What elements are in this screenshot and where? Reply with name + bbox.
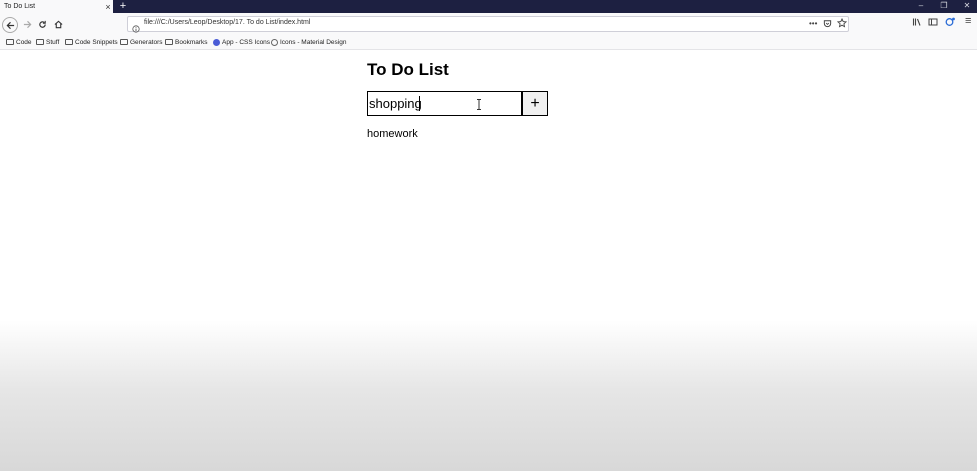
url-bar[interactable]: file:///C:/Users/Leop/Desktop/17. To do … xyxy=(127,16,849,33)
site-icon xyxy=(213,38,220,46)
forward-arrow-icon xyxy=(23,20,31,28)
bookmark-app-css-icons[interactable]: App - CSS Icons xyxy=(213,37,270,47)
bookmark-stuff[interactable]: Stuff xyxy=(36,37,59,47)
reload-icon xyxy=(38,20,46,28)
tab-close-icon[interactable]: × xyxy=(103,2,113,12)
add-todo-button[interactable]: + xyxy=(522,91,548,116)
folder-icon xyxy=(165,39,173,45)
sidebar-icon[interactable] xyxy=(928,17,938,29)
page-actions-icon[interactable]: ••• xyxy=(809,19,817,28)
bookmark-label: App - CSS Icons xyxy=(222,38,271,46)
bookmark-bookmarks[interactable]: Bookmarks xyxy=(165,37,208,47)
restore-button[interactable]: ❐ xyxy=(933,0,955,13)
bookmark-label: Bookmarks xyxy=(175,38,208,46)
new-tab-button[interactable]: + xyxy=(117,0,129,13)
todo-input[interactable] xyxy=(367,91,522,116)
bookmark-icons-material-design[interactable]: Icons - Material Design xyxy=(271,37,346,47)
back-arrow-icon xyxy=(6,21,14,29)
url-text: file:///C:/Users/Leop/Desktop/17. To do … xyxy=(144,19,311,26)
bookmark-label: Code Snippets xyxy=(75,38,118,46)
page-title: To Do List xyxy=(367,60,449,79)
todo-item: homework xyxy=(367,128,418,140)
bookmark-code[interactable]: Code xyxy=(6,37,32,47)
tab-title: To Do List xyxy=(4,3,36,10)
home-icon xyxy=(54,20,62,28)
close-window-button[interactable]: ✕ xyxy=(956,0,977,13)
bookmark-generators[interactable]: Generators xyxy=(120,37,163,47)
folder-icon xyxy=(65,39,73,45)
bookmark-label: Icons - Material Design xyxy=(280,38,347,46)
home-button[interactable] xyxy=(50,16,66,32)
text-caret xyxy=(419,96,420,111)
bookmark-code-snippets[interactable]: Code Snippets xyxy=(65,37,118,47)
menu-icon[interactable]: ≡ xyxy=(965,15,971,27)
bookmark-label: Generators xyxy=(130,38,163,46)
folder-icon xyxy=(6,39,14,45)
tab-to-do-list[interactable]: To Do List × xyxy=(0,0,113,13)
forward-button[interactable] xyxy=(19,16,35,32)
bookmark-label: Stuff xyxy=(46,38,60,46)
library-icon[interactable] xyxy=(912,17,922,29)
site-icon xyxy=(271,38,278,46)
bookmarks-toolbar: Code Stuff Code Snippets Generators Book… xyxy=(0,35,977,50)
extension-icon[interactable] xyxy=(945,17,956,29)
bookmark-star-icon[interactable] xyxy=(836,17,848,30)
folder-icon xyxy=(36,39,44,45)
back-button[interactable] xyxy=(2,17,18,33)
ibeam-cursor-icon xyxy=(477,99,481,110)
minimize-button[interactable]: – xyxy=(910,0,932,13)
reload-button[interactable] xyxy=(34,16,50,32)
folder-icon xyxy=(120,39,128,45)
bookmark-label: Code xyxy=(16,38,32,46)
title-bar: To Do List × + – ❐ ✕ xyxy=(0,0,977,13)
pocket-icon[interactable] xyxy=(823,19,832,30)
